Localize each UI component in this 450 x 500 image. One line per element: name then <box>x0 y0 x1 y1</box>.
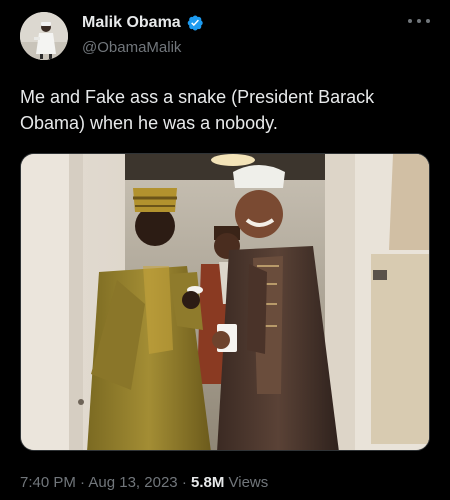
author-handle[interactable]: @ObamaMalik <box>82 39 181 56</box>
tweet-photo[interactable] <box>20 153 430 451</box>
views-count[interactable]: 5.8M <box>191 474 224 491</box>
tweet-text: Me and Fake ass a snake (President Barac… <box>20 87 375 133</box>
views-label: Views <box>228 474 269 491</box>
tweet-meta: 7:40 PM · Aug 13, 2023 · 5.8M Views <box>20 474 268 491</box>
tweet-time[interactable]: 7:40 PM <box>20 474 76 491</box>
avatar[interactable] <box>20 12 68 60</box>
verified-badge-icon <box>187 15 203 31</box>
more-options-icon[interactable] <box>408 14 430 28</box>
tweet-date[interactable]: Aug 13, 2023 <box>88 474 177 491</box>
author-display-name[interactable]: Malik Obama <box>82 14 181 32</box>
meta-separator: · <box>80 474 86 491</box>
meta-separator: · <box>181 474 187 491</box>
tweet-card: Malik Obama @ObamaMalik Me and Fake ass … <box>0 0 450 500</box>
